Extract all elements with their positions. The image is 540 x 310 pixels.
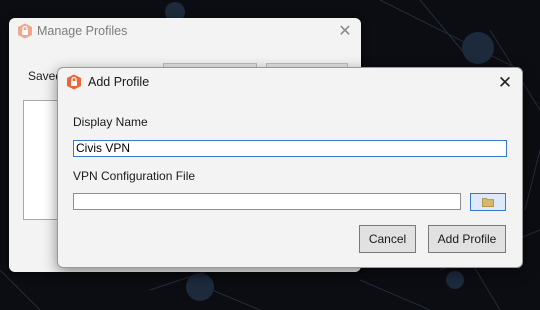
manage-profiles-titlebar: Manage Profiles ✕ (9, 18, 361, 46)
vpn-config-file-input[interactable] (73, 193, 461, 210)
add-profile-button[interactable]: Add Profile (428, 225, 506, 253)
cancel-button[interactable]: Cancel (359, 225, 416, 253)
browse-file-button[interactable] (470, 193, 506, 211)
vpn-config-file-label: VPN Configuration File (73, 169, 196, 183)
add-profile-title: Add Profile (88, 75, 150, 89)
display-name-input[interactable] (73, 140, 507, 157)
manage-profiles-title: Manage Profiles (37, 24, 128, 38)
add-profile-dialog: Add Profile ✕ Display Name VPN Configura… (57, 67, 523, 268)
manage-profiles-close-button[interactable]: ✕ (335, 22, 355, 42)
app-logo-icon (67, 74, 81, 90)
app-logo-icon (18, 23, 32, 39)
folder-icon (482, 198, 494, 207)
display-name-label: Display Name (73, 115, 148, 129)
add-profile-close-button[interactable]: ✕ (494, 72, 516, 94)
